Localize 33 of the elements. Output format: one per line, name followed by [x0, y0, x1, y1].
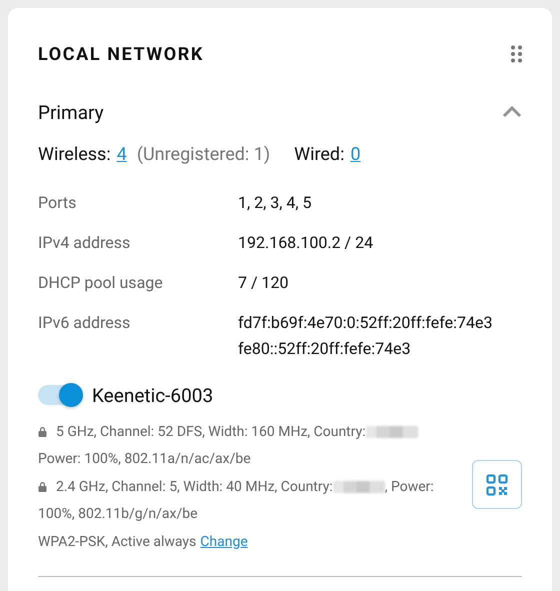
detail-value: 7 / 120 — [238, 272, 290, 294]
detail-value: 192.168.100.2 / 24 — [238, 232, 374, 254]
blurred-value — [332, 480, 385, 493]
band-info: , Power: — [384, 478, 434, 495]
wireless-count-link[interactable]: 4 — [116, 144, 127, 164]
unregistered-count: (Unregistered: 1) — [136, 144, 270, 164]
lock-icon — [38, 426, 47, 438]
detail-value: fd7f:b69f:4e70:0:52ff:20ff:fefe:74e3 — [238, 312, 494, 334]
detail-value: fe80::52ff:20ff:fefe:74e3 — [238, 338, 412, 360]
band-info: 5 GHz, Channel: 52 DFS, Width: 160 MHz, Country: — [56, 424, 366, 440]
detail-label: IPv6 address — [38, 312, 132, 334]
blurred-value — [366, 426, 418, 438]
security-info: WPA2-PSK, Active always — [38, 534, 196, 550]
wired-label: Wired: — [294, 144, 344, 164]
qr-code-button[interactable] — [472, 460, 522, 510]
wireless-label: Wireless: — [38, 144, 111, 164]
card-title: LOCAL NETWORK — [38, 44, 204, 64]
change-link[interactable]: Change — [200, 534, 248, 550]
detail-label: Ports — [38, 192, 78, 214]
detail-value: 1, 2, 3, 4, 5 — [238, 192, 312, 214]
band-info: Power: 100%, 802.11a/n/ac/ax/be — [38, 451, 251, 468]
detail-label: IPv4 address — [38, 232, 132, 254]
network-name: Keenetic-6003 — [92, 384, 214, 406]
wifi-toggle[interactable] — [38, 385, 82, 405]
band-info: 2.4 GHz, Channel: 5, Width: 40 MHz, Country: — [56, 478, 333, 495]
chevron-up-icon[interactable] — [502, 106, 522, 118]
lock-icon — [38, 481, 47, 492]
detail-label: DHCP pool usage — [38, 272, 164, 294]
segment-name: Primary — [38, 100, 104, 124]
drag-handle-icon[interactable] — [511, 45, 522, 63]
qr-code-icon — [486, 474, 508, 496]
band-info: 100%, 802.11b/g/n/ax/be — [38, 506, 198, 522]
wired-count-link[interactable]: 0 — [350, 144, 361, 164]
